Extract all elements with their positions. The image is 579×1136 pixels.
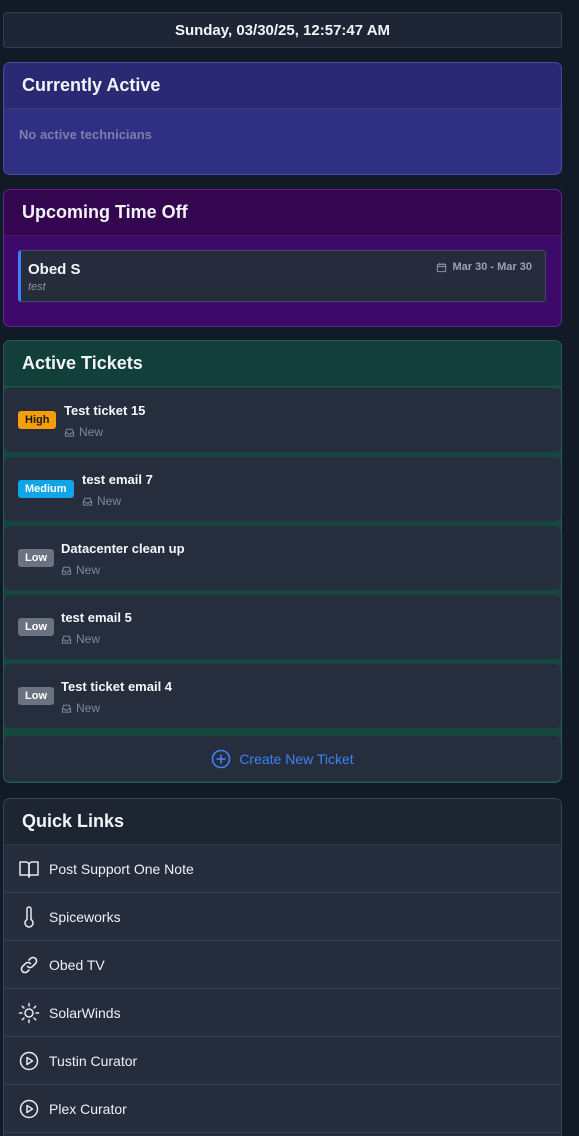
time-off-dates: Mar 30 - Mar 30 [436,261,532,273]
ticket-row[interactable]: Low Test ticket email 4 New [4,664,561,728]
priority-badge: Low [18,687,54,705]
currently-active-title: Currently Active [4,63,561,109]
ticket-status: New [61,632,100,646]
quick-link-label: SolarWinds [49,1004,121,1021]
time-off-name: Obed S [28,261,81,278]
quick-link-spiceworks[interactable]: Spiceworks [4,893,561,941]
ticket-row[interactable]: Low test email 5 New [4,595,561,659]
ticket-status-label: New [97,494,122,508]
quick-link-post-support-one-note[interactable]: Post Support One Note [4,845,561,893]
ticket-status: New [61,563,100,577]
quick-link-plex-curator[interactable]: Plex Curator [4,1085,561,1133]
link-icon [18,954,40,976]
quick-link-label: Spiceworks [49,908,121,925]
ticket-title: test email 7 [82,472,153,487]
no-active-technicians-message: No active technicians [19,127,152,142]
time-off-date-range: Mar 30 - Mar 30 [452,261,532,273]
time-off-note: test [28,281,46,293]
priority-badge: Low [18,618,54,636]
ticket-status-label: New [76,563,101,577]
ticket-row[interactable]: Medium test email 7 New [4,457,561,521]
thermometer-icon [18,905,40,928]
ticket-row[interactable]: High Test ticket 15 New [4,388,561,452]
inbox-icon [61,565,72,576]
active-tickets-panel: Active Tickets High Test ticket 15 New M… [3,340,562,783]
quick-link-label: Post Support One Note [49,860,194,877]
ticket-title: test email 5 [61,610,132,625]
ticket-status-label: New [76,701,101,715]
quick-link-label: Plex Curator [49,1100,127,1117]
priority-badge: High [18,411,57,429]
upcoming-time-off-title: Upcoming Time Off [4,190,561,236]
ticket-status: New [82,494,121,508]
play-circle-icon [18,1050,40,1072]
ticket-status-label: New [79,425,104,439]
datetime-display: Sunday, 03/30/25, 12:57:47 AM [3,12,562,48]
play-circle-icon [18,1098,40,1120]
ticket-title: Datacenter clean up [61,541,185,556]
create-new-ticket-label: Create New Ticket [239,750,354,767]
quick-link-solarwinds[interactable]: SolarWinds [4,989,561,1037]
book-icon [18,858,40,880]
create-new-ticket-button[interactable]: Create New Ticket [4,736,561,781]
quick-link-tustin-curator[interactable]: Tustin Curator [4,1037,561,1085]
inbox-icon [61,703,72,714]
quick-link-label: Tustin Curator [49,1052,138,1069]
currently-active-panel: Currently Active No active technicians [3,62,562,175]
ticket-status: New [61,701,100,715]
priority-badge: Low [18,549,54,567]
quick-link-obed-tv[interactable]: Obed TV [4,941,561,989]
ticket-status: New [64,425,103,439]
inbox-icon [82,496,93,507]
inbox-icon [61,634,72,645]
active-tickets-title: Active Tickets [4,341,561,387]
quick-links-title: Quick Links [4,799,561,845]
ticket-title: Test ticket 15 [64,403,146,418]
sun-icon [18,1002,40,1024]
upcoming-time-off-panel: Upcoming Time Off Obed S test Mar 30 - M… [3,189,562,327]
inbox-icon [64,427,75,438]
calendar-icon [436,262,447,273]
quick-link-label: Obed TV [49,956,105,973]
plus-circle-icon [211,749,231,769]
priority-badge: Medium [18,480,74,498]
ticket-status-label: New [76,632,101,646]
ticket-title: Test ticket email 4 [61,679,173,694]
ticket-row[interactable]: Low Datacenter clean up New [4,526,561,590]
quick-links-panel: Quick Links Post Support One Note Spicew… [3,798,562,1136]
time-off-item[interactable]: Obed S test Mar 30 - Mar 30 [18,250,546,302]
